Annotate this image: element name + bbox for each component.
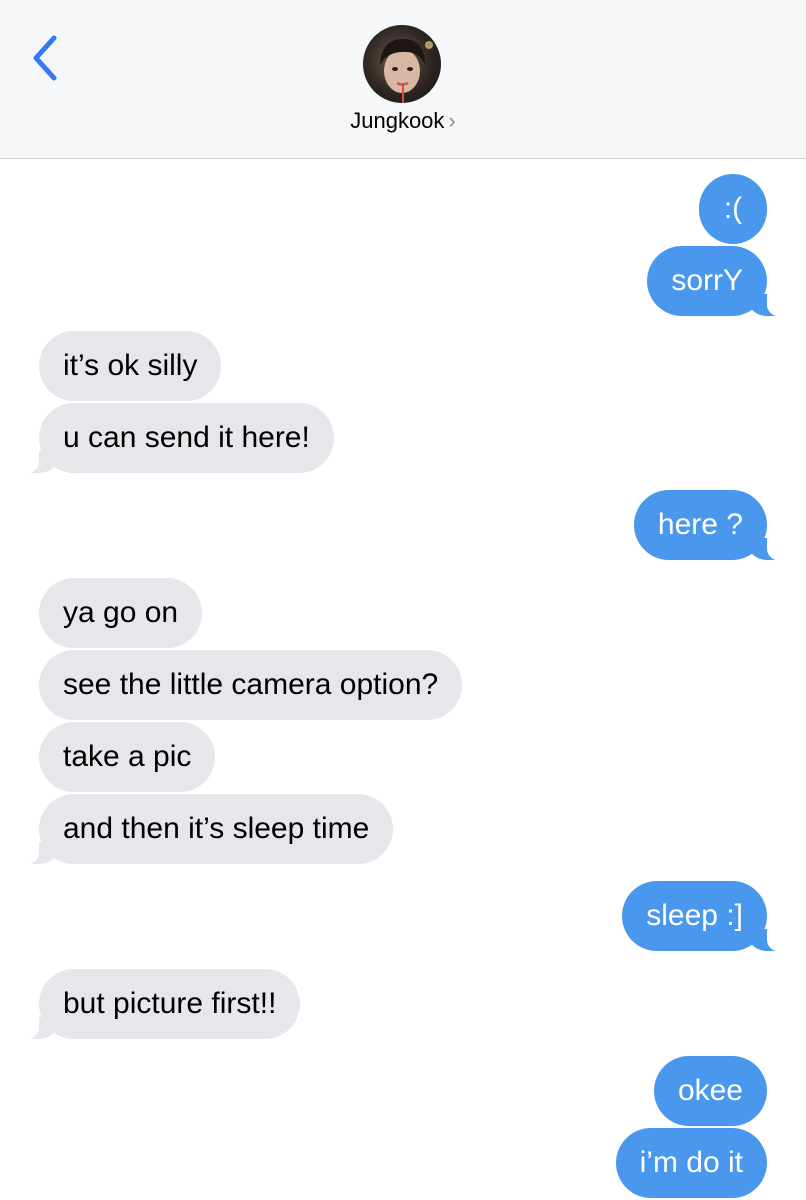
contact-name-button[interactable]: Jungkook ›	[0, 108, 806, 134]
message-text: and then it’s sleep time	[63, 812, 370, 845]
contact-avatar[interactable]	[363, 25, 441, 103]
chevron-left-icon	[33, 35, 57, 81]
message-bubble-outgoing[interactable]: here ?	[633, 490, 790, 561]
message-thread[interactable]: :( sorrY it’s ok silly u can send it her…	[0, 158, 806, 1200]
message-text: ya go on	[63, 596, 179, 629]
message-text: okee	[677, 1074, 743, 1107]
message-text: i’m do it	[639, 1146, 743, 1179]
message-text: it’s ok silly	[63, 349, 198, 382]
conversation-header: Jungkook ›	[0, 0, 806, 159]
message-bubble-outgoing[interactable]: :(	[699, 174, 767, 244]
message-bubble-incoming[interactable]: and then it’s sleep time	[16, 794, 394, 865]
contact-name: Jungkook	[350, 108, 445, 133]
message-text: here ?	[657, 508, 743, 541]
message-text: :(	[723, 192, 743, 225]
message-bubble-incoming[interactable]: see the little camera option?	[39, 650, 463, 720]
message-bubble-incoming[interactable]: ya go on	[39, 578, 203, 648]
message-text: take a pic	[63, 740, 192, 773]
message-text: see the little camera option?	[63, 668, 439, 701]
message-text: sleep :]	[646, 899, 743, 932]
message-bubble-incoming[interactable]: but picture first!!	[16, 969, 301, 1040]
message-text: sorrY	[671, 264, 743, 297]
back-button[interactable]	[24, 30, 68, 86]
message-bubble-incoming[interactable]: it’s ok silly	[39, 331, 222, 401]
message-bubble-incoming[interactable]: u can send it here!	[17, 403, 334, 474]
message-bubble-outgoing[interactable]: sleep :]	[622, 881, 789, 952]
message-bubble-outgoing[interactable]: okee	[653, 1056, 767, 1126]
message-bubble-outgoing[interactable]: sorrY	[647, 246, 789, 317]
message-text: u can send it here!	[63, 421, 310, 454]
message-bubble-incoming[interactable]: take a pic	[39, 722, 216, 792]
message-bubble-outgoing[interactable]: i’m do it	[615, 1128, 767, 1198]
chevron-right-icon: ›	[448, 108, 456, 133]
message-text: but picture first!!	[63, 987, 277, 1020]
